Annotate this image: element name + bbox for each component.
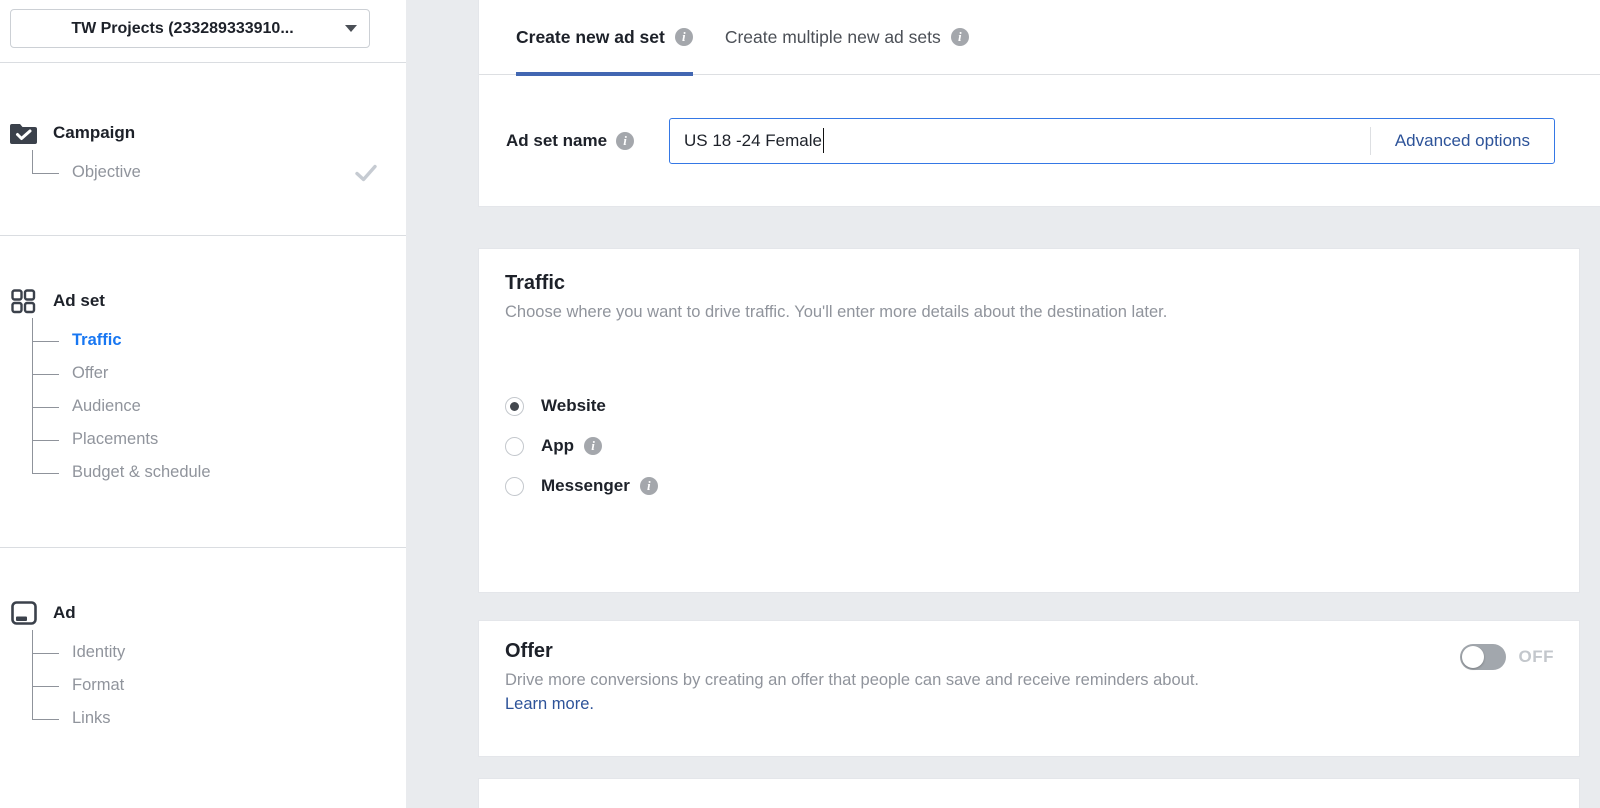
offer-toggle-wrap: OFF bbox=[1460, 644, 1555, 670]
sidebar-item-label: Offer bbox=[72, 364, 108, 383]
tab-label: Create multiple new ad sets bbox=[725, 27, 941, 48]
traffic-title: Traffic bbox=[505, 272, 1553, 295]
sidebar-item-placements[interactable]: Placements bbox=[72, 423, 406, 456]
sidebar-item-label: Placements bbox=[72, 430, 158, 449]
info-icon[interactable]: i bbox=[951, 28, 969, 46]
radio-label: Messenger bbox=[541, 476, 630, 496]
sidebar-item-label: Objective bbox=[72, 163, 141, 182]
tree-line bbox=[32, 630, 33, 719]
sidebar-ad-header: Ad bbox=[10, 598, 406, 628]
learn-more-link[interactable]: Learn more. bbox=[505, 695, 594, 714]
adset-name-label: Ad set name bbox=[506, 131, 607, 151]
adset-name-input[interactable]: US 18 -24 Female Advanced options bbox=[669, 118, 1555, 164]
sidebar-section-adset: Ad set Traffic Offer Audience Placements… bbox=[0, 286, 406, 548]
sidebar-item-objective[interactable]: Objective bbox=[72, 156, 406, 189]
sidebar-campaign-header: Campaign bbox=[10, 118, 406, 148]
sidebar-ad-title: Ad bbox=[53, 603, 76, 623]
traffic-destination-radio-group: Website App i Messenger i bbox=[505, 386, 1553, 506]
ad-tree: Identity Format Links bbox=[10, 636, 406, 735]
campaign-tree: Objective bbox=[10, 156, 406, 189]
sidebar-item-label: Format bbox=[72, 676, 124, 695]
tab-label: Create new ad set bbox=[516, 27, 665, 48]
offer-description: Drive more conversions by creating an of… bbox=[505, 671, 1553, 690]
sidebar-adset-header: Ad set bbox=[10, 286, 406, 316]
radio-button-selected[interactable] bbox=[505, 397, 524, 416]
info-icon[interactable]: i bbox=[640, 477, 658, 495]
next-section-card-partial bbox=[478, 778, 1580, 808]
radio-option-app[interactable]: App i bbox=[505, 426, 1553, 466]
adset-name-row: Ad set name i US 18 -24 Female Advanced … bbox=[479, 75, 1600, 206]
sidebar-item-label: Audience bbox=[72, 397, 141, 416]
main-panel: Create new ad set i Create multiple new … bbox=[478, 0, 1600, 808]
info-icon[interactable]: i bbox=[675, 28, 693, 46]
sidebar-item-format[interactable]: Format bbox=[72, 669, 406, 702]
info-icon[interactable]: i bbox=[616, 132, 634, 150]
sidebar-item-budget-schedule[interactable]: Budget & schedule bbox=[72, 456, 406, 489]
wizard-sidebar: TW Projects (233289333910... Campaign Ob… bbox=[0, 0, 406, 808]
sidebar-adset-title: Ad set bbox=[53, 291, 105, 311]
adset-tree: Traffic Offer Audience Placements Budget… bbox=[10, 324, 406, 489]
step-complete-check-icon bbox=[354, 163, 378, 188]
traffic-card: Traffic Choose where you want to drive t… bbox=[478, 248, 1580, 593]
info-icon[interactable]: i bbox=[584, 437, 602, 455]
adset-name-value[interactable]: US 18 -24 Female bbox=[670, 131, 822, 151]
offer-toggle[interactable] bbox=[1460, 644, 1506, 670]
sidebar-section-ad: Ad Identity Format Links bbox=[0, 598, 406, 735]
ad-screen-icon bbox=[10, 601, 37, 625]
account-selector-row: TW Projects (233289333910... bbox=[0, 0, 406, 63]
tree-line bbox=[32, 150, 33, 173]
sidebar-item-links[interactable]: Links bbox=[72, 702, 406, 735]
toggle-knob bbox=[1462, 646, 1484, 668]
adset-name-label-wrap: Ad set name i bbox=[506, 131, 669, 151]
radio-option-messenger[interactable]: Messenger i bbox=[505, 466, 1553, 506]
sidebar-item-audience[interactable]: Audience bbox=[72, 390, 406, 423]
sidebar-item-traffic[interactable]: Traffic bbox=[72, 324, 406, 357]
tab-create-new-ad-set[interactable]: Create new ad set i bbox=[516, 0, 693, 75]
sidebar-item-identity[interactable]: Identity bbox=[72, 636, 406, 669]
chevron-down-icon bbox=[345, 25, 357, 32]
ad-account-selector[interactable]: TW Projects (233289333910... bbox=[10, 9, 370, 48]
advanced-options-link[interactable]: Advanced options bbox=[1371, 131, 1554, 151]
campaign-folder-check-icon bbox=[10, 121, 37, 145]
sidebar-campaign-title: Campaign bbox=[53, 123, 135, 143]
offer-card: Offer Drive more conversions by creating… bbox=[478, 620, 1580, 757]
sidebar-item-label: Budget & schedule bbox=[72, 463, 211, 482]
radio-button[interactable] bbox=[505, 477, 524, 496]
adset-grid-icon bbox=[10, 289, 37, 313]
adset-name-card: Create new ad set i Create multiple new … bbox=[478, 0, 1600, 207]
offer-title: Offer bbox=[505, 640, 1553, 663]
tab-row: Create new ad set i Create multiple new … bbox=[479, 0, 1600, 75]
sidebar-section-campaign: Campaign Objective bbox=[0, 118, 406, 236]
sidebar-item-label: Identity bbox=[72, 643, 125, 662]
sidebar-item-label: Traffic bbox=[72, 331, 122, 350]
sidebar-item-label: Links bbox=[72, 709, 111, 728]
ad-account-selector-label: TW Projects (233289333910... bbox=[28, 20, 337, 38]
offer-toggle-state: OFF bbox=[1519, 647, 1555, 667]
tab-create-multiple-new-ad-sets[interactable]: Create multiple new ad sets i bbox=[725, 0, 969, 75]
radio-button[interactable] bbox=[505, 437, 524, 456]
traffic-description: Choose where you want to drive traffic. … bbox=[505, 303, 1553, 322]
sidebar-item-offer[interactable]: Offer bbox=[72, 357, 406, 390]
text-cursor bbox=[823, 128, 825, 153]
radio-option-website[interactable]: Website bbox=[505, 386, 1553, 426]
radio-label: Website bbox=[541, 396, 606, 416]
radio-label: App bbox=[541, 436, 574, 456]
